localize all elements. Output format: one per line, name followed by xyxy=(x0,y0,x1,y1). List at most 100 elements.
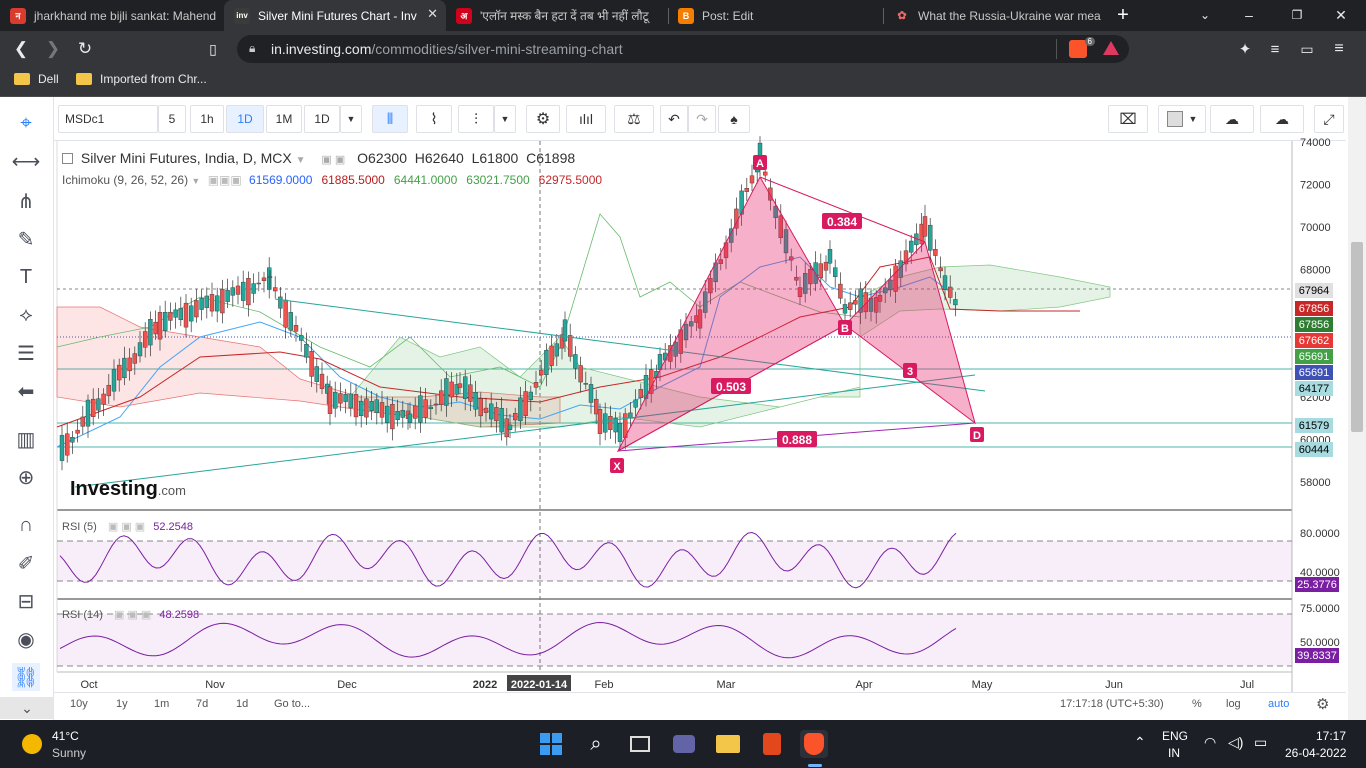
minimize-icon[interactable]: – xyxy=(1236,2,1262,28)
candle-body xyxy=(457,383,463,388)
price-tag: 64177 xyxy=(1295,381,1333,396)
candle-body xyxy=(823,261,829,271)
bookmark-imported[interactable]: Imported from Chr... xyxy=(76,72,207,86)
bookmark-dell[interactable]: Dell xyxy=(14,72,59,86)
goto-date[interactable]: Go to... xyxy=(274,698,310,710)
window-close-icon[interactable]: ✕ xyxy=(1328,2,1354,28)
weather-desc[interactable]: Sunny xyxy=(52,746,86,760)
candle-body xyxy=(209,294,215,312)
range-10y[interactable]: 10y xyxy=(70,698,88,710)
new-tab-icon[interactable]: + xyxy=(1110,2,1136,28)
tray-chevron-icon[interactable]: ⌃ xyxy=(1134,734,1146,751)
region[interactable]: IN xyxy=(1168,746,1180,760)
url-field[interactable]: 🔒︎ in.investing.com/commodities/silver-m… xyxy=(237,35,1129,63)
search-icon[interactable]: ⌕ xyxy=(582,730,610,758)
legend-menu-chevron-icon[interactable]: ▼ xyxy=(296,155,306,166)
brave-browser-icon[interactable] xyxy=(800,730,828,758)
candle-body xyxy=(153,321,158,335)
candle-body xyxy=(528,391,533,400)
playlist-icon[interactable]: ≡ xyxy=(1262,36,1288,62)
candle-body xyxy=(338,393,343,404)
back-icon[interactable]: ❮ xyxy=(8,36,34,62)
sun-icon xyxy=(22,734,42,754)
ichimoku-value: 63021.7500 xyxy=(466,173,530,187)
lock-icon: 🔒︎ xyxy=(249,41,256,55)
tab-favicon: अ xyxy=(456,7,472,24)
windows-start-icon[interactable] xyxy=(537,730,565,758)
battery-icon[interactable]: ▭ xyxy=(1254,734,1267,751)
scale-settings-gear-icon[interactable]: ⚙ xyxy=(1316,695,1329,713)
range-1d[interactable]: 1d xyxy=(236,698,248,710)
task-view-icon[interactable] xyxy=(626,730,654,758)
language[interactable]: ENG xyxy=(1162,729,1188,743)
time-label: Feb xyxy=(595,679,614,691)
tab-title: What the Russia-Ukraine war mea xyxy=(918,8,1101,23)
collapse-chevron-icon[interactable]: ⌄ xyxy=(0,697,54,719)
legend-settings-icon[interactable]: ▣ ▣ xyxy=(321,154,345,166)
ichimoku-value: 64441.0000 xyxy=(393,173,458,187)
tab-3[interactable]: अ 'एलॉन मस्क बैन हटा दें तब भी नहीं लौटू xyxy=(446,0,668,31)
log-toggle[interactable]: log xyxy=(1226,698,1241,710)
brave-rewards-icon[interactable] xyxy=(1103,41,1119,55)
ratio-label: 0.888 xyxy=(782,433,812,447)
candle-body xyxy=(111,369,117,392)
candle-body xyxy=(818,263,823,279)
logo-suffix: .com xyxy=(157,483,186,498)
candle-body xyxy=(240,281,246,301)
pattern-point-label: D xyxy=(973,430,981,442)
reload-icon[interactable]: ↻ xyxy=(72,36,98,62)
clock-time[interactable]: 17:17 xyxy=(1316,729,1346,743)
ichimoku-settings-icon[interactable]: ▣▣▣ xyxy=(208,173,242,187)
candle-body xyxy=(390,404,395,430)
time-label: Jul xyxy=(1240,679,1254,691)
auto-toggle[interactable]: auto xyxy=(1268,698,1289,710)
volume-icon[interactable]: ◁) xyxy=(1228,734,1243,751)
weather-temp[interactable]: 41°C xyxy=(52,729,79,743)
tab-5[interactable]: ✿ What the Russia-Ukraine war mea xyxy=(884,0,1106,31)
wifi-icon[interactable]: ◠ xyxy=(1204,734,1216,751)
tab-4[interactable]: B Post: Edit xyxy=(668,0,882,31)
close-tab-icon[interactable]: ✕ xyxy=(427,6,438,22)
wallet-icon[interactable]: ▭ xyxy=(1294,36,1320,62)
menu-icon[interactable]: ≡ xyxy=(1326,36,1352,62)
rsi5-value: 52.2548 xyxy=(153,521,193,533)
ichimoku-chevron-icon[interactable]: ▼ xyxy=(191,176,200,186)
time-label: Mar xyxy=(717,679,736,691)
tab-title: Post: Edit xyxy=(702,8,754,23)
extensions-icon[interactable]: ✦ xyxy=(1232,36,1258,62)
candle-body xyxy=(348,393,353,409)
tab-search-chevron-icon[interactable]: ⌄ xyxy=(1192,2,1218,28)
page-scrollbar[interactable] xyxy=(1348,97,1366,720)
restore-icon[interactable]: ❐ xyxy=(1284,2,1310,28)
time-label: May xyxy=(972,679,993,691)
range-7d[interactable]: 7d xyxy=(196,698,208,710)
tab-1[interactable]: न jharkhand me bijli sankat: Mahend xyxy=(0,0,222,31)
candle-body xyxy=(478,398,483,417)
forward-icon[interactable]: ❯ xyxy=(40,36,66,62)
candle-body xyxy=(848,302,853,310)
teams-chat-icon[interactable] xyxy=(670,730,698,758)
office-icon[interactable] xyxy=(758,730,786,758)
candle-body xyxy=(75,429,80,434)
price-tag: 61579 xyxy=(1295,418,1333,433)
candle-body xyxy=(827,249,833,264)
scroll-thumb[interactable] xyxy=(1351,242,1363,432)
price-tag: 60444 xyxy=(1295,442,1333,457)
candle-body xyxy=(544,350,549,375)
candle-body xyxy=(583,383,588,385)
candle-body xyxy=(539,369,544,376)
rsi14-legend: RSI (14) ▣ ▣ ▣ 48.2598 xyxy=(62,609,200,621)
range-1y[interactable]: 1y xyxy=(116,698,128,710)
range-1m[interactable]: 1m xyxy=(154,698,169,710)
bookmark-icon[interactable]: ▯ xyxy=(200,36,226,62)
clock-timezone[interactable]: 17:17:18 (UTC+5:30) xyxy=(1060,698,1164,710)
file-explorer-icon[interactable] xyxy=(714,730,742,758)
collapse-legend-icon[interactable] xyxy=(62,153,73,164)
clock-date[interactable]: 26-04-2022 xyxy=(1285,746,1346,760)
candle-body xyxy=(230,287,236,296)
tab-2-active[interactable]: inv Silver Mini Futures Chart - Inv ✕ xyxy=(224,0,446,31)
ichimoku-value: 61885.5000 xyxy=(321,173,385,187)
candle-body xyxy=(183,302,189,328)
ohlc-high: H62640 xyxy=(414,150,464,166)
percent-toggle[interactable]: % xyxy=(1192,698,1202,710)
